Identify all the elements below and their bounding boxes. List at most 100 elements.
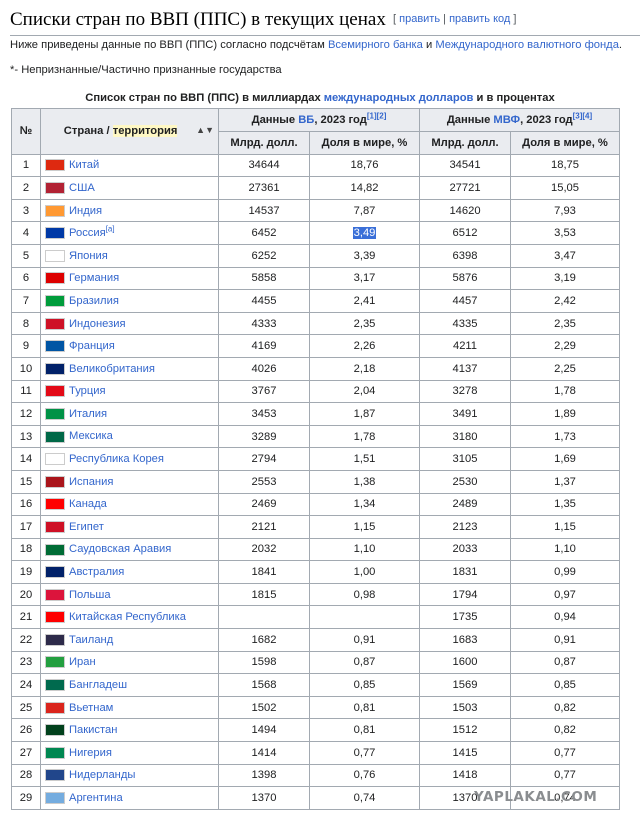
country-link[interactable]: Бангладеш bbox=[69, 679, 127, 691]
wb-refs-link[interactable]: [1][2] bbox=[367, 111, 387, 120]
country-link[interactable]: Иран bbox=[69, 656, 96, 668]
table-row: 21 Китайская Республика 1735 0,94 bbox=[11, 605, 620, 630]
flag-icon bbox=[45, 520, 65, 533]
imf-share-cell: 3,53 bbox=[510, 221, 620, 245]
edit-link[interactable]: править bbox=[399, 13, 440, 25]
wb-share-cell: 0,81 bbox=[309, 695, 420, 720]
wb-abbr-link[interactable]: ВБ bbox=[298, 114, 314, 126]
imf-bn-cell: 5876 bbox=[419, 266, 511, 291]
table-row: 10 Великобритания 4026 2,18 4137 2,25 bbox=[11, 356, 620, 381]
world-bank-link[interactable]: Всемирного банка bbox=[328, 39, 423, 51]
imf-link[interactable]: Международного валютного фонда bbox=[435, 39, 619, 51]
country-cell: Индия bbox=[40, 198, 219, 223]
flag-icon bbox=[45, 340, 65, 353]
flag-icon bbox=[45, 453, 65, 466]
country-link[interactable]: Индия bbox=[69, 205, 102, 217]
wb-share-value: 1,00 bbox=[353, 566, 376, 579]
wb-share-value: 7,87 bbox=[353, 204, 376, 217]
col-header-country[interactable]: Страна / территория ▲▼ bbox=[40, 108, 219, 155]
country-link[interactable]: Германия bbox=[69, 272, 119, 284]
country-link[interactable]: Австралия bbox=[69, 566, 124, 578]
wb-share-value: 3,39 bbox=[353, 249, 376, 262]
rank-cell: 1 bbox=[11, 153, 41, 178]
country-link[interactable]: Великобритания bbox=[69, 363, 155, 375]
wb-share-cell: 0,76 bbox=[309, 763, 420, 788]
country-link[interactable]: Таиланд bbox=[69, 634, 113, 646]
imf-bn-cell: 3491 bbox=[419, 402, 511, 426]
wb-share-cell: 2,18 bbox=[309, 356, 420, 381]
imf-bn-cell: 1418 bbox=[419, 763, 511, 788]
table-row: 1 Китай 34644 18,76 34541 18,75 bbox=[11, 153, 620, 178]
rank-cell: 3 bbox=[11, 198, 41, 223]
country-link[interactable]: Саудовская Аравия bbox=[69, 543, 171, 555]
col-header-imf-share[interactable]: Доля в мире, % bbox=[510, 131, 620, 155]
wb-share-cell: 1,38 bbox=[309, 469, 420, 494]
wb-bn-cell: 1398 bbox=[218, 763, 310, 788]
flag-icon bbox=[45, 724, 65, 737]
country-link[interactable]: Египет bbox=[69, 521, 104, 533]
rank-cell: 23 bbox=[11, 650, 41, 675]
wb-share-cell: 7,87 bbox=[309, 198, 420, 223]
sort-icon[interactable]: ▲▼ bbox=[196, 125, 214, 135]
imf-abbr-link[interactable]: МВФ bbox=[493, 114, 520, 126]
imf-bn-cell: 1794 bbox=[419, 582, 511, 607]
wb-share-value: 0,76 bbox=[353, 769, 376, 782]
country-cell: Аргентина bbox=[40, 786, 219, 810]
country-link[interactable]: США bbox=[69, 182, 95, 194]
imf-bn-cell: 1569 bbox=[419, 673, 511, 697]
imf-bn-cell: 14620 bbox=[419, 198, 511, 223]
imf-share-cell: 2,42 bbox=[510, 289, 620, 313]
rank-cell: 6 bbox=[11, 266, 41, 291]
wb-share-cell: 3,49 bbox=[309, 221, 420, 245]
country-link[interactable]: Индонезия bbox=[69, 318, 126, 330]
country-link[interactable]: Франция bbox=[69, 340, 115, 352]
country-link[interactable]: Аргентина bbox=[69, 792, 123, 804]
wb-bn-cell: 1682 bbox=[218, 628, 310, 652]
note-link[interactable]: [a] bbox=[106, 224, 115, 233]
wb-share-value: 0,87 bbox=[353, 656, 376, 669]
imf-refs-link[interactable]: [3][4] bbox=[573, 111, 593, 120]
country-link[interactable]: Республика Корея bbox=[69, 453, 164, 465]
wb-share-value: 2,04 bbox=[353, 385, 376, 398]
country-link[interactable]: Россия bbox=[69, 227, 106, 239]
country-link[interactable]: Канада bbox=[69, 498, 107, 510]
country-cell: Пакистан bbox=[40, 718, 219, 743]
imf-bn-cell: 1415 bbox=[419, 741, 511, 765]
wb-share-value: 2,26 bbox=[353, 340, 376, 353]
col-header-wb-bn[interactable]: Млрд. долл. bbox=[218, 131, 310, 155]
country-link[interactable]: Польша bbox=[69, 589, 111, 601]
wb-share-value: 1,15 bbox=[353, 520, 376, 533]
wb-share-value: 0,81 bbox=[353, 701, 376, 714]
imf-bn-cell: 27721 bbox=[419, 176, 511, 200]
intro-end: . bbox=[618, 39, 623, 51]
territory-link[interactable]: территория bbox=[112, 125, 178, 138]
wb-bn-cell: 6452 bbox=[218, 221, 310, 245]
wb-bn-cell: 2121 bbox=[218, 515, 310, 539]
country-link[interactable]: Япония bbox=[69, 250, 108, 262]
flag-icon bbox=[45, 498, 65, 511]
imf-share-cell: 0,82 bbox=[510, 718, 620, 743]
country-link[interactable]: Нигерия bbox=[69, 747, 112, 759]
table-row: 4 Россия[a] 6452 3,49 6512 3,53 bbox=[11, 221, 620, 245]
intl-dollars-link[interactable]: международных долларов bbox=[324, 92, 474, 104]
country-link[interactable]: Испания bbox=[69, 476, 113, 488]
country-cell: Индонезия bbox=[40, 311, 219, 336]
country-link[interactable]: Пакистан bbox=[69, 724, 117, 736]
country-link[interactable]: Вьетнам bbox=[69, 702, 113, 714]
country-link[interactable]: Китай bbox=[69, 159, 99, 171]
country-link[interactable]: Китайская Республика bbox=[69, 611, 186, 623]
edit-code-link[interactable]: править код bbox=[449, 13, 510, 25]
imf-share-cell: 1,69 bbox=[510, 447, 620, 471]
col-header-wb-share[interactable]: Доля в мире, % bbox=[309, 131, 420, 155]
country-link[interactable]: Нидерланды bbox=[69, 769, 135, 781]
col-header-no[interactable]: № bbox=[11, 108, 41, 155]
country-link[interactable]: Бразилия bbox=[69, 295, 119, 307]
wb-share-cell: 1,34 bbox=[309, 492, 420, 517]
country-link[interactable]: Италия bbox=[69, 408, 107, 420]
country-link[interactable]: Турция bbox=[69, 385, 106, 397]
table-row: 18 Саудовская Аравия 2032 1,10 2033 1,10 bbox=[11, 537, 620, 562]
col-header-imf-bn[interactable]: Млрд. долл. bbox=[419, 131, 511, 155]
imf-share-cell: 0,99 bbox=[510, 560, 620, 584]
country-link[interactable]: Мексика bbox=[69, 430, 113, 442]
wb-share-value: 0,85 bbox=[353, 679, 376, 692]
